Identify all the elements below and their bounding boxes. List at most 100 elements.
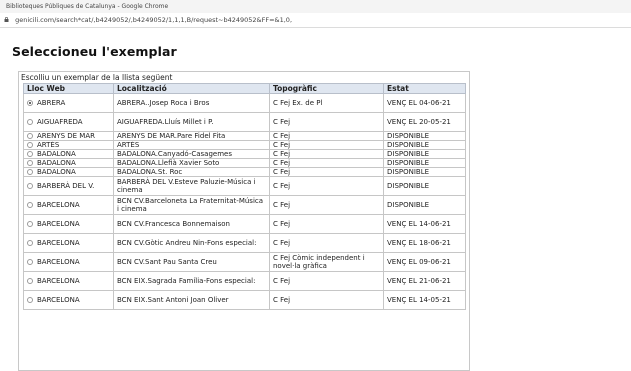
page-title: Seleccioneu l'exemplar — [12, 44, 177, 59]
table-row[interactable]: ARTÉS ARTÉS C Fej DISPONIBLE — [23, 140, 466, 150]
topografic-cell: C Fej — [269, 149, 384, 159]
localitzacio-cell: BADALONA.Canyadó-Casagemes — [113, 149, 270, 159]
lloc-cell[interactable]: BADALONA — [23, 149, 114, 159]
topografic-cell: C Fej — [269, 290, 384, 310]
radio-button[interactable] — [27, 202, 33, 208]
column-header-localitzacio: Localització — [113, 83, 270, 94]
lloc-cell[interactable]: BARCELONA — [23, 233, 114, 253]
copies-panel: Escolliu un exemplar de la llista següen… — [18, 71, 470, 371]
estat-cell: DISPONIBLE — [383, 167, 466, 177]
table-header-row: Lloc Web Localització Topogràfic Estat — [23, 83, 466, 94]
lloc-text: BARCELONA — [37, 258, 80, 266]
radio-button[interactable] — [27, 119, 33, 125]
estat-cell: VENÇ EL 14-06-21 — [383, 214, 466, 234]
radio-button[interactable] — [27, 151, 33, 157]
localitzacio-cell: BCN CV.Sant Pau Santa Creu — [113, 252, 270, 272]
lloc-text: BARBERÀ DEL V. — [37, 182, 95, 190]
table-row[interactable]: BARCELONA BCN CV.Sant Pau Santa Creu C F… — [23, 252, 466, 272]
lloc-cell[interactable]: BADALONA — [23, 158, 114, 168]
lloc-cell[interactable]: BARCELONA — [23, 195, 114, 215]
estat-cell: DISPONIBLE — [383, 176, 466, 196]
radio-button[interactable] — [27, 100, 33, 106]
lloc-text: BARCELONA — [37, 201, 80, 209]
lloc-cell[interactable]: BADALONA — [23, 167, 114, 177]
radio-button[interactable] — [27, 297, 33, 303]
lloc-text: BARCELONA — [37, 239, 80, 247]
lloc-cell[interactable]: BARCELONA — [23, 214, 114, 234]
topografic-cell: C Fej Ex. de Pl — [269, 93, 384, 113]
lloc-cell[interactable]: BARBERÀ DEL V. — [23, 176, 114, 196]
table-row[interactable]: BARCELONA BCN CV.Barceloneta La Fraterni… — [23, 195, 466, 215]
radio-button[interactable] — [27, 221, 33, 227]
radio-button[interactable] — [27, 160, 33, 166]
lloc-cell[interactable]: ABRERA — [23, 93, 114, 113]
lloc-cell[interactable]: AIGUAFREDA — [23, 112, 114, 132]
lloc-cell[interactable]: ARENYS DE MAR — [23, 131, 114, 141]
localitzacio-cell: ARTÉS — [113, 140, 270, 150]
lloc-text: ARENYS DE MAR — [37, 132, 95, 140]
table-row[interactable]: AIGUAFREDA AIGUAFREDA.Lluís Millet i P. … — [23, 112, 466, 132]
table-row[interactable]: BARBERÀ DEL V. BARBERÀ DEL V.Esteve Palu… — [23, 176, 466, 196]
table-row[interactable]: BADALONA BADALONA.Llefià Xavier Soto C F… — [23, 158, 466, 168]
window-title-bar: Biblioteques Públiques de Catalunya - Go… — [0, 0, 631, 13]
topografic-cell: C Fej — [269, 214, 384, 234]
topografic-cell: C Fej — [269, 167, 384, 177]
column-header-estat: Estat — [383, 83, 466, 94]
radio-button[interactable] — [27, 169, 33, 175]
column-header-lloc: Lloc Web — [23, 83, 114, 94]
lloc-text: BADALONA — [37, 168, 76, 176]
radio-button[interactable] — [27, 183, 33, 189]
topografic-cell: C Fej — [269, 158, 384, 168]
table-row[interactable]: BARCELONA BCN EIX.Sant Antoni Joan Olive… — [23, 290, 466, 310]
lloc-text: ARTÉS — [37, 141, 60, 149]
lloc-cell[interactable]: BARCELONA — [23, 271, 114, 291]
topografic-cell: C Fej Còmic independent i novel·la gràfi… — [269, 252, 384, 272]
window-title: Biblioteques Públiques de Catalunya - Go… — [6, 3, 169, 10]
lloc-cell[interactable]: BARCELONA — [23, 290, 114, 310]
radio-button[interactable] — [27, 142, 33, 148]
table-row[interactable]: BARCELONA BCN EIX.Sagrada Família-Fons e… — [23, 271, 466, 291]
table-row[interactable]: BARCELONA BCN CV.Francesca Bonnemaison C… — [23, 214, 466, 234]
topografic-cell: C Fej — [269, 131, 384, 141]
estat-cell: VENÇ EL 20-05-21 — [383, 112, 466, 132]
url-text[interactable]: genicili.com/search*cat/,b4249052/,b4249… — [15, 16, 292, 24]
localitzacio-cell: BCN EIX.Sant Antoni Joan Oliver — [113, 290, 270, 310]
table-row[interactable]: BADALONA BADALONA.Canyadó-Casagemes C Fe… — [23, 149, 466, 159]
localitzacio-cell: ARENYS DE MAR.Pare Fidel Fita — [113, 131, 270, 141]
lloc-text: BARCELONA — [37, 296, 80, 304]
localitzacio-cell: AIGUAFREDA.Lluís Millet i P. — [113, 112, 270, 132]
radio-button[interactable] — [27, 278, 33, 284]
table-row[interactable]: BARCELONA BCN CV.Gòtic Andreu Nin-Fons e… — [23, 233, 466, 253]
radio-button[interactable] — [27, 259, 33, 265]
table-row[interactable]: ARENYS DE MAR ARENYS DE MAR.Pare Fidel F… — [23, 131, 466, 141]
table-row[interactable]: ABRERA ABRERA..Josep Roca i Bros C Fej E… — [23, 93, 466, 113]
topografic-cell: C Fej — [269, 233, 384, 253]
localitzacio-cell: BCN CV.Francesca Bonnemaison — [113, 214, 270, 234]
panel-caption: Escolliu un exemplar de la llista següen… — [21, 73, 173, 82]
localitzacio-cell: BADALONA.Llefià Xavier Soto — [113, 158, 270, 168]
topografic-cell: C Fej — [269, 176, 384, 196]
table-row[interactable]: BADALONA BADALONA.St. Roc C Fej DISPONIB… — [23, 167, 466, 177]
estat-cell: DISPONIBLE — [383, 195, 466, 215]
lloc-cell[interactable]: BARCELONA — [23, 252, 114, 272]
localitzacio-cell: BADALONA.St. Roc — [113, 167, 270, 177]
estat-cell: VENÇ EL 04-06-21 — [383, 93, 466, 113]
localitzacio-cell: BCN CV.Gòtic Andreu Nin-Fons especial: — [113, 233, 270, 253]
lloc-text: BARCELONA — [37, 220, 80, 228]
estat-cell: DISPONIBLE — [383, 158, 466, 168]
radio-button[interactable] — [27, 240, 33, 246]
estat-cell: VENÇ EL 09-06-21 — [383, 252, 466, 272]
topografic-cell: C Fej — [269, 112, 384, 132]
lloc-text: ABRERA — [37, 99, 66, 107]
topografic-cell: C Fej — [269, 140, 384, 150]
lloc-text: AIGUAFREDA — [37, 118, 83, 126]
estat-cell: DISPONIBLE — [383, 140, 466, 150]
radio-button[interactable] — [27, 133, 33, 139]
localitzacio-cell: BCN EIX.Sagrada Família-Fons especial: — [113, 271, 270, 291]
address-bar[interactable]: genicili.com/search*cat/,b4249052/,b4249… — [0, 13, 631, 28]
lock-icon — [4, 17, 9, 22]
estat-cell: VENÇ EL 18-06-21 — [383, 233, 466, 253]
lloc-cell[interactable]: ARTÉS — [23, 140, 114, 150]
estat-cell: VENÇ EL 14-05-21 — [383, 290, 466, 310]
lloc-text: BADALONA — [37, 150, 76, 158]
